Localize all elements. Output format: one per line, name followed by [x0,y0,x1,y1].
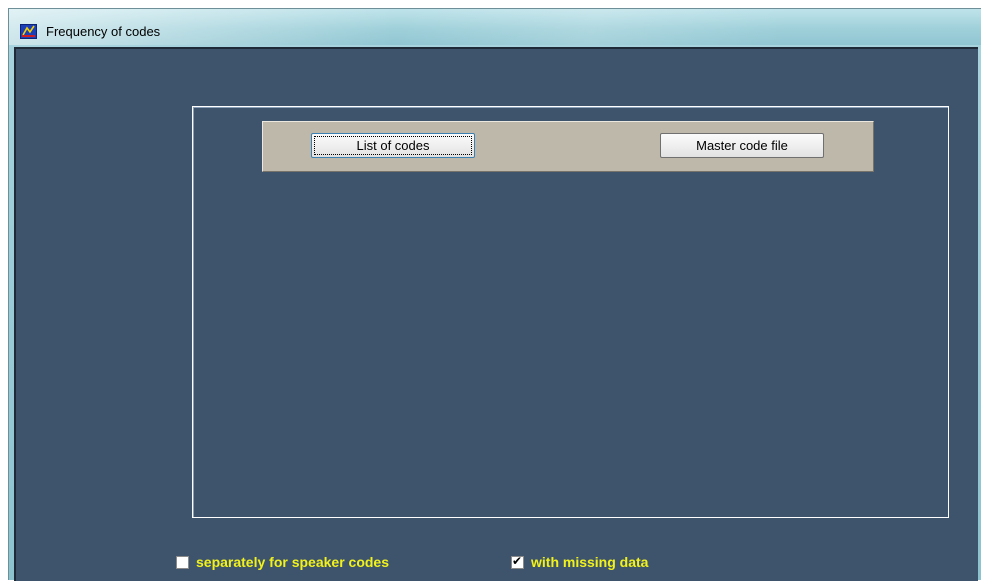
missing-data-label[interactable]: with missing data [531,554,648,570]
app-icon[interactable] [20,24,37,39]
separately-checkbox[interactable] [176,555,189,569]
title-bar[interactable]: Frequency of codes [9,9,981,45]
separately-label[interactable]: separately for speaker codes [196,554,389,570]
window-title: Frequency of codes [46,24,161,39]
missing-data-checkbox[interactable]: ✔ [511,553,524,569]
list-of-codes-label: List of codes [356,138,430,153]
master-code-file-label: Master code file [696,138,788,153]
master-code-file-button[interactable]: Master code file [660,133,824,158]
separately-option[interactable]: separately for speaker codes [176,552,389,572]
checkmark-icon: ✔ [512,553,523,568]
list-of-codes-button[interactable]: List of codes [311,133,475,158]
missing-data-option[interactable]: ✔ with missing data [511,552,648,572]
button-toolbar: List of codes Master code file [262,121,874,172]
